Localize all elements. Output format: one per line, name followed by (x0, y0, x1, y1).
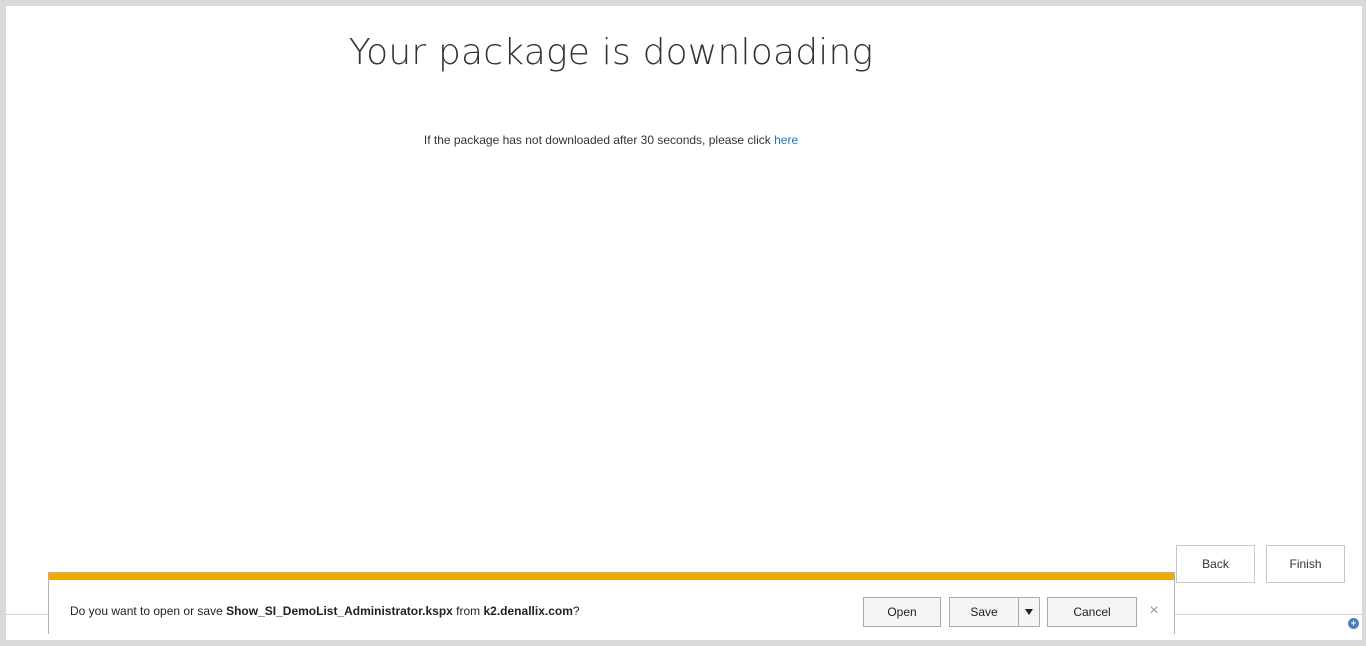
open-button[interactable]: Open (863, 597, 941, 627)
cancel-button[interactable]: Cancel (1047, 597, 1137, 627)
page-content: Your package is downloading If the packa… (6, 6, 1362, 640)
back-button[interactable]: Back (1176, 545, 1255, 583)
prompt-middle: from (452, 604, 484, 618)
download-instruction: If the package has not downloaded after … (6, 133, 1216, 147)
chevron-down-icon (1025, 609, 1033, 615)
instruction-text: If the package has not downloaded after … (423, 133, 775, 147)
prompt-suffix: ? (572, 604, 580, 618)
save-split-button: Save (949, 597, 1040, 627)
save-button[interactable]: Save (950, 598, 1019, 626)
download-file-name: Show_SI_DemoList_Administrator.kspx (226, 604, 453, 618)
page-title: Your package is downloading (348, 32, 874, 73)
finish-button[interactable]: Finish (1266, 545, 1345, 583)
prompt-prefix: Do you want to open or save (70, 604, 227, 618)
save-options-button[interactable] (1019, 598, 1039, 626)
close-icon[interactable]: × (1146, 603, 1162, 619)
download-notification-bar: Do you want to open or save Show_SI_Demo… (48, 572, 1175, 634)
zoom-icon[interactable]: + (1348, 618, 1359, 629)
retry-download-link[interactable]: here (774, 133, 798, 147)
download-prompt: Do you want to open or save Show_SI_Demo… (70, 604, 580, 618)
download-host: k2.denallix.com (483, 604, 573, 618)
notification-accent-stripe (49, 573, 1174, 580)
